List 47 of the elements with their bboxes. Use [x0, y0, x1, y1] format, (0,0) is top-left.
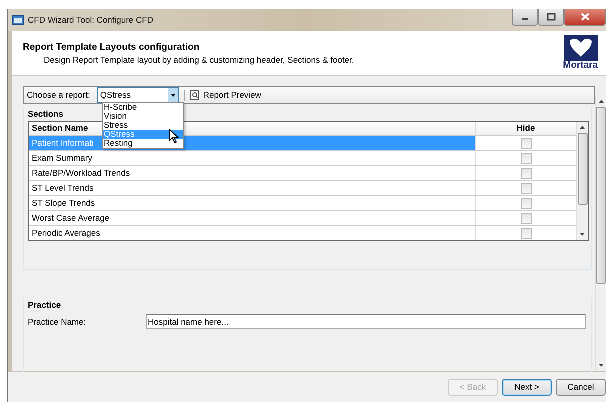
page-scrollbar[interactable] — [595, 96, 606, 371]
hide-checkbox[interactable] — [520, 182, 532, 194]
maximize-icon — [546, 13, 556, 21]
hide-checkbox[interactable] — [520, 198, 532, 208]
close-button[interactable] — [564, 9, 606, 26]
section-name-cell[interactable]: ST Slope Trends — [29, 196, 475, 210]
hide-checkbox[interactable] — [520, 138, 532, 148]
scroll-down-icon[interactable] — [598, 364, 604, 367]
practice-heading: Practice — [28, 299, 62, 312]
window-title: CFD Wizard Tool: Configure CFD — [28, 15, 154, 25]
close-icon — [580, 13, 590, 21]
maximize-button[interactable] — [538, 9, 564, 26]
scroll-up-icon[interactable] — [598, 100, 604, 103]
magnifier-page-icon — [190, 90, 200, 100]
section-name-cell[interactable]: Rate/BP/Workload Trends — [29, 166, 475, 180]
minimize-button[interactable] — [512, 9, 538, 26]
hide-checkbox[interactable] — [520, 228, 532, 238]
wizard-button[interactable]: Cancel — [556, 378, 606, 396]
report-label: Choose a report: — [27, 90, 90, 100]
practice-name-label: Practice Name: — [28, 316, 88, 326]
section-name-cell[interactable]: Periodic Averages — [29, 226, 475, 240]
heart-logo-icon — [564, 35, 598, 62]
report-option[interactable]: H-Scribe — [103, 103, 183, 112]
report-dropdown[interactable]: QStress — [97, 87, 180, 103]
report-option[interactable]: Resting — [103, 139, 183, 148]
wizard-button[interactable]: Next > — [502, 378, 552, 396]
mouse-pointer-icon — [169, 129, 179, 144]
section-name-cell[interactable]: Exam Summary — [29, 151, 475, 165]
section-name-cell[interactable]: Worst Case Average — [29, 211, 475, 225]
caret-icon — [170, 94, 176, 96]
hide-checkbox[interactable] — [520, 152, 532, 164]
practice-name-field[interactable]: Hospital name here... — [146, 314, 586, 329]
report-preview-button[interactable]: Report Preview — [190, 90, 262, 100]
hide-checkbox[interactable] — [520, 168, 532, 178]
page-heading: Report Template Layouts configuration — [23, 42, 201, 52]
report-option[interactable]: Vision — [103, 112, 183, 121]
app-icon — [12, 14, 24, 26]
sections-heading: Sections — [28, 108, 64, 121]
report-option[interactable]: Stress — [103, 121, 183, 130]
scroll-down-icon[interactable] — [580, 233, 585, 236]
hide-checkbox[interactable] — [520, 212, 532, 224]
page-description: Design Report Template layout by adding & customizing header, Sections & footer. — [43, 54, 356, 64]
logo-text: Mortara — [563, 61, 598, 71]
section-name-cell[interactable]: ST Level Trends — [29, 181, 475, 195]
column-header[interactable]: Section Name — [32, 123, 88, 133]
table-scrollbar[interactable] — [576, 122, 588, 240]
scroll-up-icon[interactable] — [580, 126, 585, 129]
